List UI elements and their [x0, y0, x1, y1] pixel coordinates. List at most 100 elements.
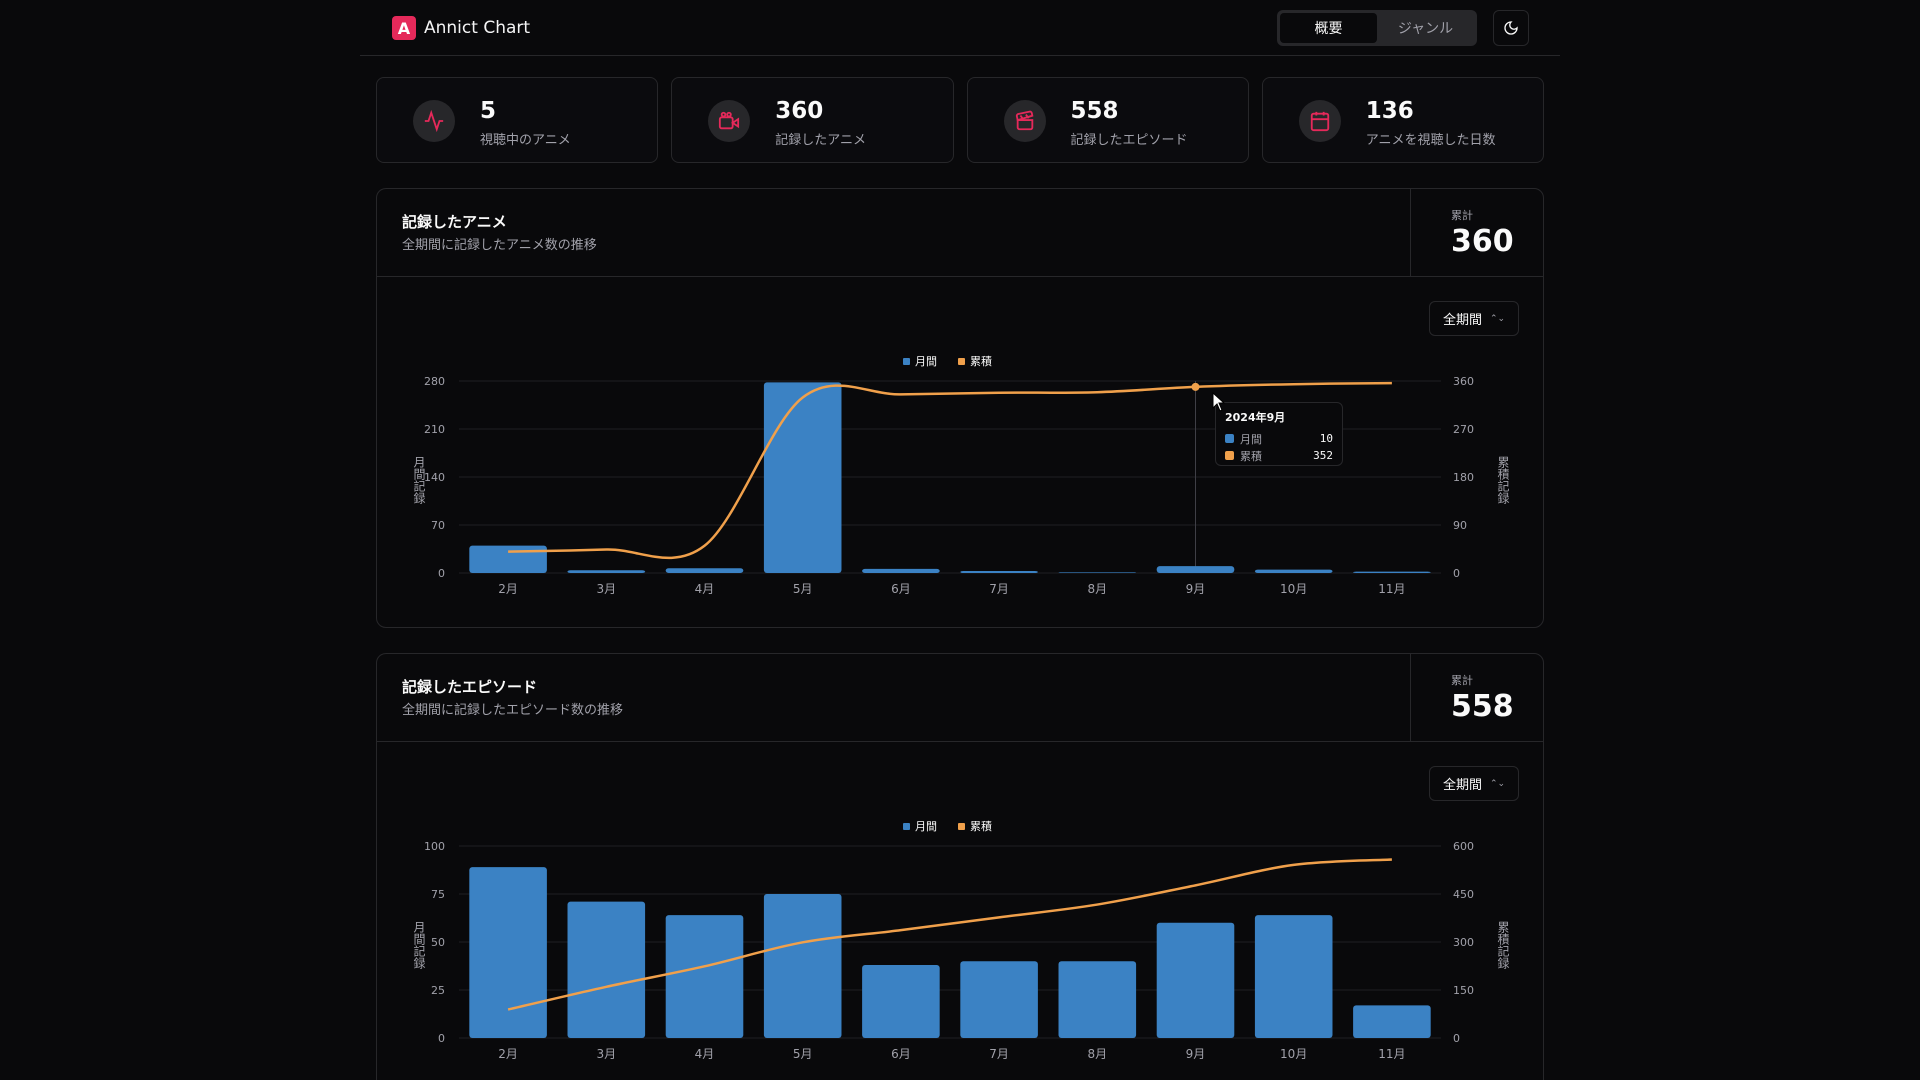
legend-swatch-cumulative — [958, 823, 965, 830]
x-tick-label: 3月 — [596, 1047, 616, 1061]
stat-card-days: 136 アニメを視聴した日数 — [1261, 77, 1544, 163]
y2-tick-label: 0 — [1453, 567, 1460, 580]
y2-tick-label: 0 — [1453, 1032, 1460, 1045]
tooltip-value: 10 — [1319, 432, 1333, 445]
stat-value: 136 — [1365, 98, 1414, 124]
tooltip-value: 352 — [1313, 449, 1333, 462]
x-tick-label: 9月 — [1186, 582, 1206, 596]
y2-tick-label: 600 — [1453, 840, 1474, 853]
anime-chart[interactable]: 月間 累積0 070 90140 180210 270280 360月間記録 累積記録2月 3月… — [377, 189, 1544, 628]
theme-toggle-button[interactable] — [1493, 10, 1529, 46]
stat-card-watching: 5 視聴中のアニメ — [376, 77, 659, 163]
y2-tick-label: 360 — [1453, 375, 1474, 388]
y-tick-label: 0 — [438, 567, 445, 580]
legend-swatch — [1225, 451, 1234, 460]
activity-icon — [413, 100, 455, 142]
tooltip-title: 2024年9月 — [1225, 411, 1286, 424]
y2-tick-label: 450 — [1453, 888, 1474, 901]
anime-chart-card: 記録したアニメ 全期間に記録したアニメ数の推移 累計 360 全期間 ⌃⌄ 月間… — [376, 188, 1544, 628]
x-tick-label: 5月 — [793, 582, 813, 596]
y-axis-label: 月間記録 — [412, 921, 426, 969]
y-tick-label: 50 — [431, 936, 445, 949]
x-tick-label: 5月 — [793, 1047, 813, 1061]
bar — [1156, 922, 1235, 1038]
bar — [1353, 1005, 1431, 1038]
y-tick-label: 140 — [424, 471, 445, 484]
legend-swatch-monthly — [903, 358, 910, 365]
stat-label: 記録したエピソード — [1070, 133, 1188, 148]
y2-tick-label: 90 — [1453, 519, 1467, 532]
x-tick-label: 8月 — [1087, 582, 1107, 596]
view-tabs: 概要 ジャンル — [1277, 10, 1477, 46]
legend-label-monthly: 月間 — [915, 355, 937, 368]
y2-tick-label: 150 — [1453, 984, 1474, 997]
x-tick-label: 6月 — [891, 582, 911, 596]
app-header: A Annict Chart 概要 ジャンル — [360, 0, 1560, 56]
stat-label: アニメを視聴した日数 — [1365, 133, 1496, 148]
y-axis-label: 月間記録 — [412, 456, 426, 504]
bar — [665, 915, 744, 1038]
x-tick-label: 11月 — [1378, 1047, 1405, 1061]
episode-chart[interactable]: 月間 累積 0 0 25 150 50 300 75 450 100 600 月間記録 累積記録 2月 3月 4… — [377, 654, 1544, 1080]
bar — [862, 568, 940, 573]
bar — [567, 901, 646, 1038]
moon-icon — [1504, 21, 1518, 35]
stat-card-episodes: 558 記録したエピソード — [966, 77, 1249, 163]
app-title: Annict Chart — [424, 18, 531, 38]
x-tick-label: 10月 — [1280, 582, 1307, 596]
episode-chart-card: 記録したエピソード 全期間に記録したエピソード数の推移 累計 558 全期間 ⌃… — [376, 653, 1544, 1080]
calendar-icon — [1298, 100, 1341, 142]
x-tick-label: 8月 — [1087, 1047, 1107, 1061]
y2-tick-label: 270 — [1453, 423, 1474, 436]
stat-card-anime: 360 記録したアニメ — [671, 77, 954, 163]
y-tick-label: 25 — [431, 984, 445, 997]
bar — [862, 965, 940, 1038]
stat-value: 558 — [1070, 98, 1119, 124]
bar — [763, 382, 842, 573]
stat-label: 視聴中のアニメ — [480, 133, 571, 148]
y2-tick-label: 300 — [1453, 936, 1474, 949]
x-tick-label: 2月 — [498, 1047, 518, 1061]
tooltip-row-monthly: 月間 10 — [1225, 430, 1333, 447]
x-tick-label: 9月 — [1186, 1047, 1206, 1061]
y-tick-label: 75 — [431, 888, 445, 901]
x-tick-label: 7月 — [989, 582, 1009, 596]
video-icon — [708, 100, 751, 142]
y-tick-label: 280 — [424, 375, 445, 388]
stat-value: 5 — [480, 98, 497, 124]
tab-overview[interactable]: 概要 — [1280, 13, 1377, 43]
bar — [1353, 571, 1431, 573]
bar — [763, 894, 842, 1038]
y2-tick-label: 180 — [1453, 471, 1474, 484]
y2-axis-label: 累積記録 — [1496, 921, 1510, 969]
clapperboard-icon — [1003, 100, 1046, 142]
legend-swatch — [1225, 434, 1234, 443]
tab-genre[interactable]: ジャンル — [1377, 13, 1474, 43]
app-logo[interactable]: A Annict Chart — [392, 16, 530, 40]
hover-point — [1191, 382, 1200, 391]
bar — [960, 961, 1038, 1038]
x-tick-label: 2月 — [498, 582, 518, 596]
chart-legend: 月間 累積 — [903, 819, 992, 833]
bar — [1254, 915, 1333, 1038]
annict-logo-icon: A — [392, 16, 416, 40]
chart-tooltip: 2024年9月 月間 10 累積 352 — [1215, 402, 1343, 466]
chart-legend: 月間 累積 — [903, 354, 992, 368]
bar — [469, 867, 547, 1038]
stat-label: 記録したアニメ — [775, 133, 866, 148]
stat-value: 360 — [775, 98, 824, 124]
tooltip-label: 月間 — [1240, 432, 1262, 446]
tooltip-row-cumulative: 累積 352 — [1225, 447, 1333, 464]
bar — [665, 568, 744, 573]
bar — [1058, 572, 1137, 573]
legend-label-monthly: 月間 — [915, 820, 937, 833]
stats-row: 5 視聴中のアニメ 360 記録したアニメ 558 記録したエピソード 136 … — [376, 77, 1544, 163]
x-tick-label: 4月 — [695, 582, 715, 596]
y-tick-label: 70 — [431, 519, 445, 532]
bar — [1254, 569, 1333, 573]
y-tick-label: 210 — [424, 423, 445, 436]
x-tick-label: 10月 — [1280, 1047, 1307, 1061]
y-tick-label: 100 — [424, 840, 445, 853]
bar — [567, 570, 646, 573]
y2-axis-label: 累積記録 — [1496, 456, 1510, 504]
